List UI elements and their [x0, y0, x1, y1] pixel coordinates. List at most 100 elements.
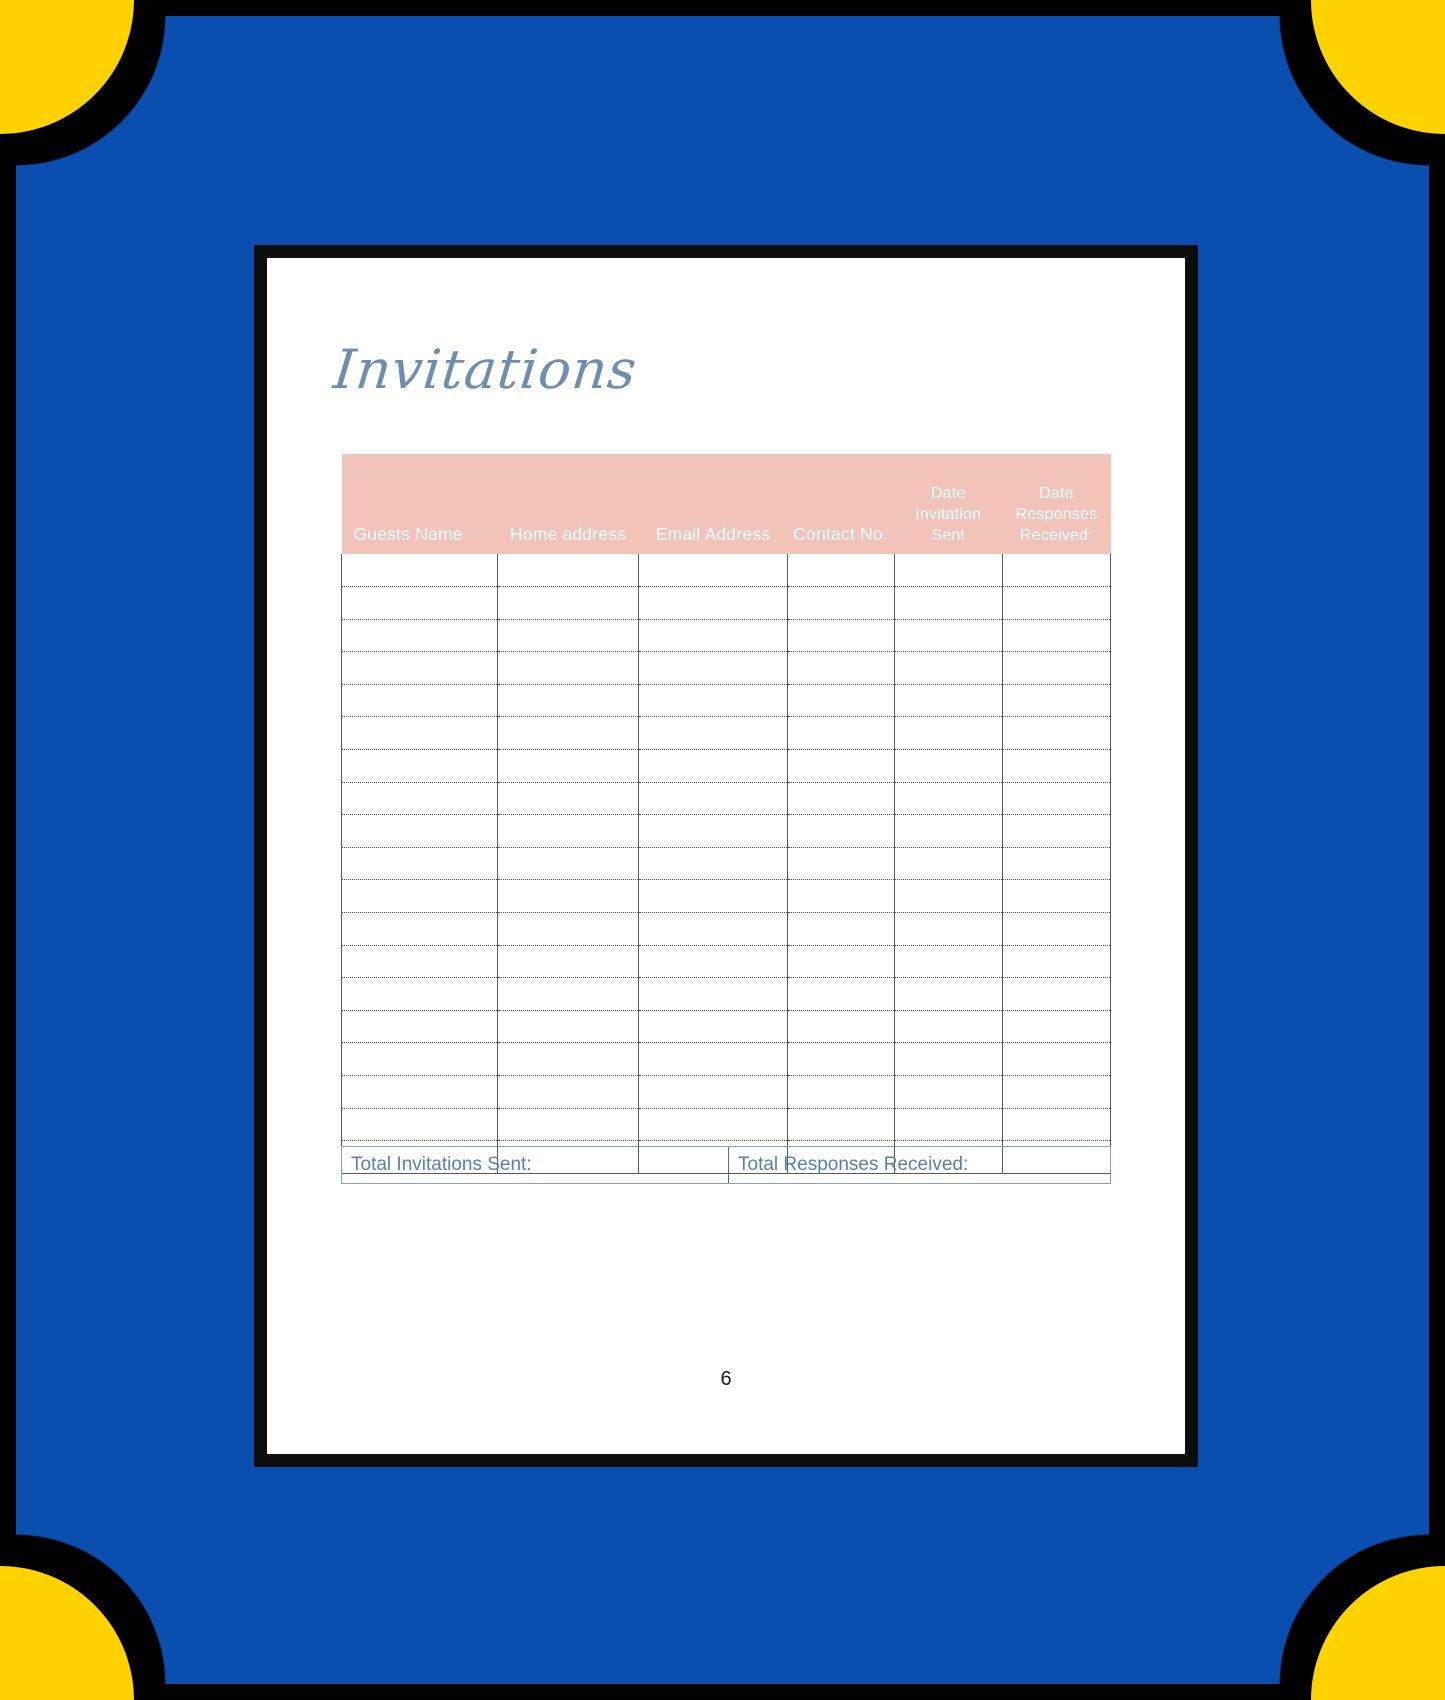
table-cell[interactable]: [786, 879, 895, 914]
table-cell[interactable]: [1001, 847, 1112, 881]
table-cell[interactable]: [1001, 749, 1112, 783]
table-cell[interactable]: [1001, 814, 1112, 848]
table-cell[interactable]: [893, 684, 1003, 718]
table-cell[interactable]: [638, 1010, 788, 1044]
table-cell[interactable]: [496, 1010, 639, 1044]
table-cell[interactable]: [341, 684, 498, 718]
table-cell[interactable]: [1001, 1042, 1112, 1076]
table-cell[interactable]: [786, 651, 895, 685]
table-cell[interactable]: [638, 749, 788, 783]
table-cell[interactable]: [893, 554, 1003, 588]
table-cell[interactable]: [341, 1042, 498, 1076]
table-cell[interactable]: [341, 912, 498, 946]
table-cell[interactable]: [341, 716, 498, 751]
table-cell[interactable]: [341, 554, 498, 588]
table-cell[interactable]: [496, 1075, 639, 1109]
table-cell[interactable]: [893, 716, 1003, 751]
table-cell[interactable]: [786, 782, 895, 816]
table-cell[interactable]: [496, 847, 639, 881]
table-cell[interactable]: [341, 879, 498, 914]
total-invitations-sent-field[interactable]: Total Invitations Sent:: [342, 1147, 729, 1183]
table-cell[interactable]: [893, 1010, 1003, 1044]
table-cell[interactable]: [786, 554, 895, 588]
table-cell[interactable]: [638, 879, 788, 914]
table-cell[interactable]: [1001, 684, 1112, 718]
table-cell[interactable]: [638, 977, 788, 1011]
table-cell[interactable]: [496, 782, 639, 816]
table-cell[interactable]: [786, 814, 895, 848]
table-cell[interactable]: [786, 684, 895, 718]
table-cell[interactable]: [786, 586, 895, 620]
table-cell[interactable]: [496, 716, 639, 751]
table-cell[interactable]: [496, 1042, 639, 1076]
table-cell[interactable]: [1001, 586, 1112, 620]
table-cell[interactable]: [496, 814, 639, 848]
table-cell[interactable]: [496, 684, 639, 718]
table-cell[interactable]: [638, 1108, 788, 1142]
table-cell[interactable]: [1001, 945, 1112, 979]
table-cell[interactable]: [341, 847, 498, 881]
table-cell[interactable]: [1001, 619, 1112, 653]
table-cell[interactable]: [638, 782, 788, 816]
table-cell[interactable]: [1001, 1010, 1112, 1044]
table-cell[interactable]: [638, 684, 788, 718]
table-cell[interactable]: [496, 554, 639, 588]
table-cell[interactable]: [638, 554, 788, 588]
table-cell[interactable]: [341, 1108, 498, 1142]
table-cell[interactable]: [496, 586, 639, 620]
table-cell[interactable]: [893, 782, 1003, 816]
table-cell[interactable]: [638, 619, 788, 653]
table-cell[interactable]: [893, 1075, 1003, 1109]
table-cell[interactable]: [496, 1108, 639, 1142]
table-cell[interactable]: [786, 1042, 895, 1076]
table-cell[interactable]: [893, 619, 1003, 653]
table-cell[interactable]: [786, 1075, 895, 1109]
table-cell[interactable]: [341, 945, 498, 979]
table-cell[interactable]: [638, 912, 788, 946]
table-cell[interactable]: [1001, 554, 1112, 588]
table-cell[interactable]: [786, 619, 895, 653]
table-cell[interactable]: [786, 977, 895, 1011]
table-cell[interactable]: [341, 1010, 498, 1044]
table-cell[interactable]: [638, 814, 788, 848]
table-cell[interactable]: [341, 1075, 498, 1109]
table-cell[interactable]: [1001, 912, 1112, 946]
table-cell[interactable]: [341, 619, 498, 653]
table-cell[interactable]: [1001, 651, 1112, 685]
table-cell[interactable]: [638, 651, 788, 685]
table-cell[interactable]: [1001, 977, 1112, 1011]
table-cell[interactable]: [341, 749, 498, 783]
table-cell[interactable]: [496, 912, 639, 946]
table-cell[interactable]: [638, 847, 788, 881]
table-cell[interactable]: [496, 619, 639, 653]
table-cell[interactable]: [1001, 1075, 1112, 1109]
table-cell[interactable]: [786, 945, 895, 979]
total-responses-received-field[interactable]: Total Responses Received:: [729, 1147, 1110, 1183]
table-cell[interactable]: [893, 749, 1003, 783]
table-cell[interactable]: [1001, 716, 1112, 751]
table-cell[interactable]: [341, 977, 498, 1011]
table-cell[interactable]: [893, 847, 1003, 881]
table-cell[interactable]: [1001, 879, 1112, 914]
table-cell[interactable]: [496, 749, 639, 783]
table-cell[interactable]: [496, 651, 639, 685]
table-cell[interactable]: [893, 586, 1003, 620]
table-cell[interactable]: [786, 1010, 895, 1044]
table-cell[interactable]: [496, 879, 639, 914]
table-cell[interactable]: [341, 586, 498, 620]
table-cell[interactable]: [638, 1075, 788, 1109]
table-cell[interactable]: [638, 1042, 788, 1076]
table-cell[interactable]: [638, 586, 788, 620]
table-cell[interactable]: [496, 977, 639, 1011]
table-cell[interactable]: [341, 782, 498, 816]
table-cell[interactable]: [786, 912, 895, 946]
table-cell[interactable]: [341, 814, 498, 848]
table-cell[interactable]: [893, 1108, 1003, 1142]
table-cell[interactable]: [893, 945, 1003, 979]
table-cell[interactable]: [893, 879, 1003, 914]
table-cell[interactable]: [893, 977, 1003, 1011]
table-cell[interactable]: [786, 716, 895, 751]
table-cell[interactable]: [893, 814, 1003, 848]
table-cell[interactable]: [638, 716, 788, 751]
table-cell[interactable]: [786, 1108, 895, 1142]
